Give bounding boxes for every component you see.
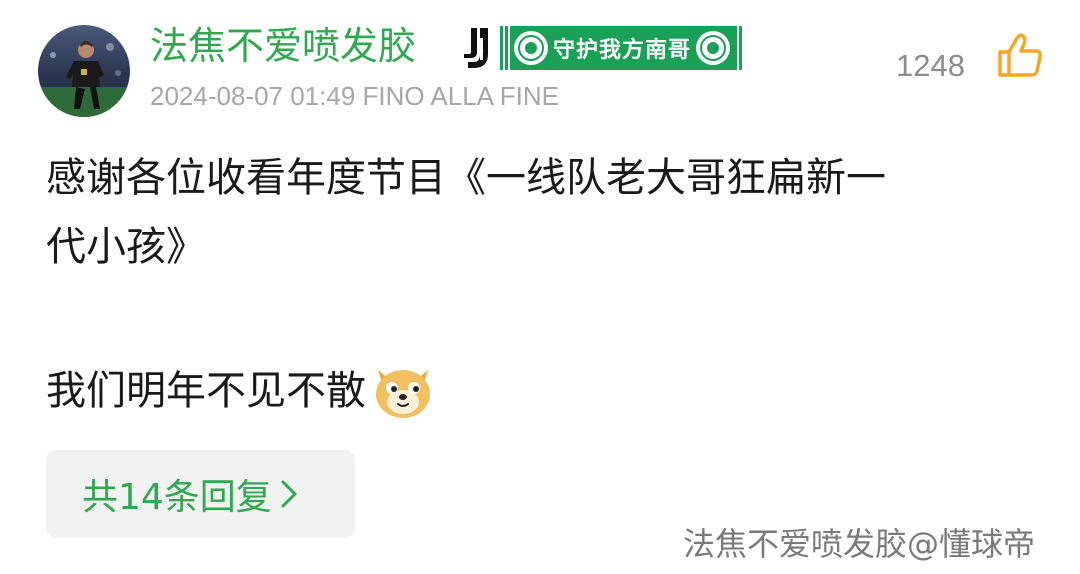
scarf-seal-icon (696, 31, 730, 65)
watermark: 法焦不爱喷发胶@懂球帝 (683, 525, 1036, 563)
comment-body-line: 代小孩》 (46, 224, 206, 270)
fan-scarf-badge: 守护我方南哥 (500, 26, 744, 70)
username[interactable]: 法焦不爱喷发胶 (150, 18, 416, 74)
user-avatar[interactable] (38, 25, 130, 117)
scarf-fringe-left (500, 26, 510, 70)
like-count: 1248 (896, 48, 965, 83)
reply-count-label: 共14条回复 (82, 477, 272, 518)
scarf-text: 守护我方南哥 (552, 38, 691, 63)
avatar-image (38, 25, 130, 117)
comment-body-text: 我们明年不见不散 (46, 368, 366, 414)
comment-body-line: 感谢各位收看年度节目《一线队老大哥狂扁新一 (46, 155, 886, 201)
chevron-right-icon (281, 480, 297, 508)
thumbs-up-icon[interactable] (995, 30, 1045, 80)
doge-emoji-icon (370, 356, 436, 422)
comment-body-line-with-emoji: 我们明年不见不散 (46, 360, 436, 418)
scarf-seal-icon (514, 31, 548, 65)
view-replies-button[interactable]: 共14条回复 (46, 450, 355, 538)
scarf-fringe-right (734, 26, 744, 70)
juventus-logo-icon (458, 24, 494, 72)
comment-meta: 2024-08-07 01:49 FINO ALLA FINE (150, 81, 560, 111)
